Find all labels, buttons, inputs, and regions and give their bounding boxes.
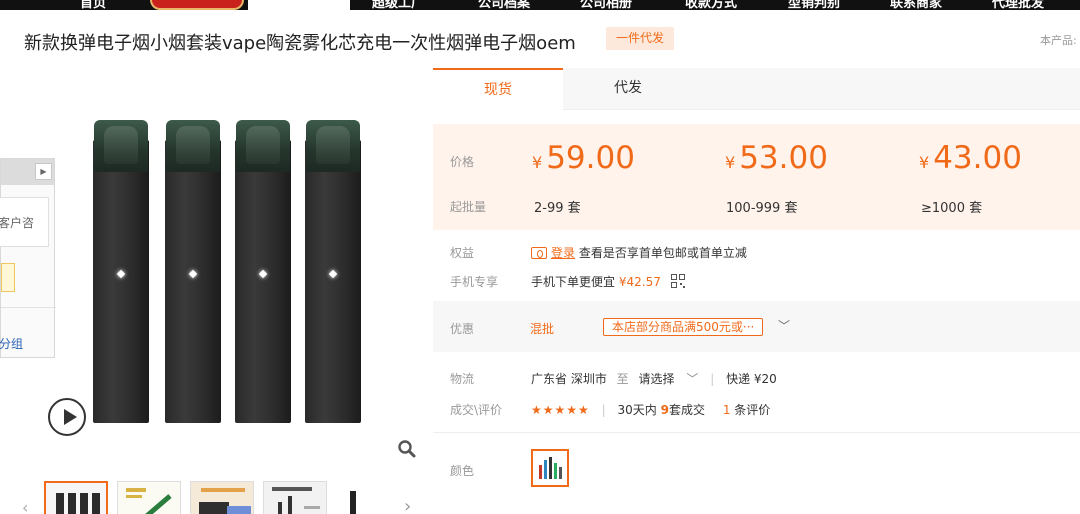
promo-tag[interactable]: 本店部分商品满500元或··· [603,318,764,336]
top-right-note: 本产品: [1040,34,1077,47]
vape-pod-image [305,120,361,423]
thumbnail-5[interactable] [336,481,400,514]
dropship-tag: 一件代发 [606,27,675,50]
promotion-row: 优惠 混批 本店部分商品满500元或··· ﹀ [433,301,1080,352]
deals-prefix: 30天内 [617,403,657,417]
thumb-next-icon[interactable]: › [404,496,411,514]
mobile-row: 手机下单更便宜 ¥42.57 [531,273,685,290]
coupon-icon [531,247,547,259]
mobile-label: 手机专享 [450,275,499,289]
logistics-origin: 广东省 深圳市 [531,372,607,386]
benefits-label: 权益 [450,246,475,260]
promotion-label: 优惠 [450,322,475,336]
benefits-row: 登录 查看是否享首单包邮或首单立减 [531,244,747,261]
color-label: 颜色 [450,464,475,478]
customer-service-popup: ▶ 客户咨 分组 [0,158,56,358]
review-count[interactable]: 1 [723,403,731,417]
deals-count: 9 [660,403,669,417]
nav-item-products-active[interactable] [248,0,350,10]
thumbnail-4[interactable] [263,481,327,514]
nav-item-home[interactable]: 首页 [80,0,106,10]
deals-suffix: 套成交 [668,403,705,417]
review-suffix[interactable]: 条评价 [734,403,770,417]
sales-label: 成交\评价 [450,403,503,417]
purchase-tabs: 现货 代发 [433,68,1080,110]
popup-input-box[interactable] [1,263,15,292]
thumbnail-2[interactable] [117,481,181,514]
tab-in-stock[interactable]: 现货 [433,68,563,110]
color-option[interactable] [531,449,569,487]
price-tier-3: ¥43.00 [919,140,1022,176]
popup-message: 客户咨 [0,197,49,247]
logistics-label: 物流 [450,372,475,386]
thumbnail-1[interactable] [44,481,108,514]
moq-tier-1: 2-99 套 [534,201,581,216]
benefits-text: 查看是否享首单包邮或首单立减 [578,246,747,260]
moq-tier-2: 100-999 套 [726,201,798,216]
mobile-price: ¥42.57 [618,275,661,289]
price-tier-2: ¥53.00 [725,140,828,176]
zoom-icon[interactable] [397,439,417,459]
popup-header: ▶ [1,159,54,185]
nav-item-wholesale[interactable]: 代理批发 [992,0,1044,10]
nav-item-factory[interactable]: 超级工厂 [372,0,424,10]
price-panel: 价格 起批量 ¥59.00 ¥53.00 ¥43.00 2-99 套 100-9… [433,124,1080,230]
popup-divider [1,307,56,308]
nav-item-verify[interactable]: 型销判别 [788,0,840,10]
price-tier-1: ¥59.00 [532,140,635,176]
mobile-text: 手机下单更便宜 [531,275,616,289]
vape-pod-image [235,120,291,423]
shipping-fee: 快递 ¥20 [726,372,777,386]
logistics-row: 广东省 深圳市 至 请选择 ﹀ | 快递 ¥20 [531,372,777,386]
thumb-prev-icon[interactable]: ‹ [22,498,28,514]
logistics-to: 至 [616,372,629,386]
login-link[interactable]: 登录 [551,246,575,260]
vape-pod-image [165,120,221,423]
tab-dropship[interactable]: 代发 [563,68,693,110]
nav-item-profile[interactable]: 公司档案 [478,0,530,10]
nav-item-album[interactable]: 公司相册 [580,0,632,10]
divider [433,432,1080,433]
collapse-arrow-icon[interactable]: ▶ [35,163,52,180]
moq-label: 起批量 [450,200,487,214]
qr-code-icon[interactable] [670,274,685,288]
moq-tier-3: ≥1000 套 [921,201,983,216]
nav-item-payment[interactable]: 收款方式 [685,0,737,10]
nav-shop-badge[interactable] [150,0,244,10]
thumbnail-3[interactable] [190,481,254,514]
sales-row: ★★★★★ | 30天内 9套成交 1 条评价 [531,403,771,417]
chevron-down-icon[interactable]: ﹀ [778,317,790,334]
popup-group-link[interactable]: 分组 [0,335,23,352]
product-title: 新款换弹电子烟小烟套装vape陶瓷雾化芯充电一次性烟弹电子烟oem [24,33,576,54]
mixed-batch-link[interactable]: 混批 [530,320,554,337]
vape-pod-image [93,120,149,423]
rating-stars: ★★★★★ [531,403,590,417]
destination-select[interactable]: 请选择 [639,372,675,386]
nav-item-contact[interactable]: 联系商家 [890,0,942,10]
video-play-button[interactable] [48,398,86,436]
price-label: 价格 [450,155,475,169]
top-nav: 首页 超级工厂 公司档案 公司相册 收款方式 型销判别 联系商家 代理批发 [0,0,1080,10]
chevron-down-icon[interactable]: ﹀ [686,372,698,386]
